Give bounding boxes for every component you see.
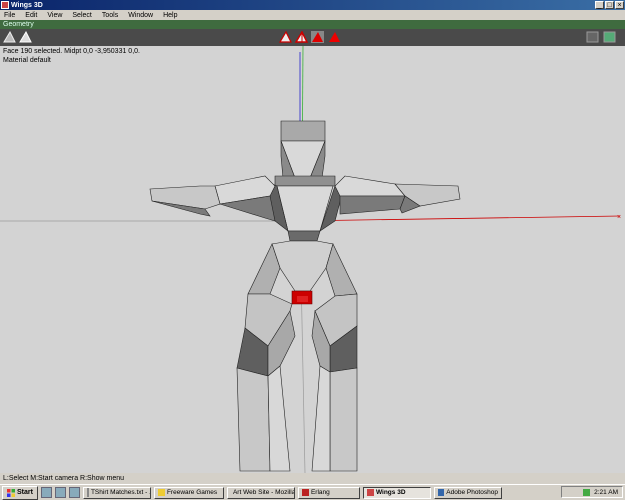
perspective-view-icon[interactable] bbox=[603, 31, 616, 43]
menu-view[interactable]: View bbox=[43, 12, 68, 19]
selection-info: Face 190 selected. Midpt 0,0 -3,950331 0… bbox=[3, 47, 140, 65]
network-icon[interactable] bbox=[583, 488, 591, 496]
geometry-window-title: Geometry bbox=[0, 20, 625, 29]
show-desktop-icon[interactable] bbox=[40, 487, 52, 498]
title-bar: Wings 3D _ □ × bbox=[0, 0, 625, 10]
task-label: Art Web Site - Mozilla bbox=[232, 488, 295, 496]
task-erlang[interactable]: Erlang bbox=[297, 486, 360, 499]
smooth-preview-icon[interactable] bbox=[3, 31, 16, 43]
window-controls: _ □ × bbox=[595, 1, 624, 9]
erlang-icon bbox=[301, 489, 309, 496]
minimize-button[interactable]: _ bbox=[595, 1, 604, 9]
clock[interactable]: 2:21 AM bbox=[594, 489, 618, 496]
status-bar: L:Select M:Start camera R:Show menu bbox=[0, 473, 625, 484]
task-wings-3d[interactable]: Wings 3D bbox=[362, 486, 431, 499]
windows-taskbar: Start TShirt Matches.txt - ... Freeware … bbox=[0, 484, 625, 500]
x-axis-label: × bbox=[617, 214, 621, 221]
wings-app-icon bbox=[1, 1, 9, 9]
body-mode-icon[interactable] bbox=[328, 31, 341, 43]
ortho-view-icon[interactable] bbox=[586, 31, 599, 43]
close-button[interactable]: × bbox=[615, 1, 624, 9]
edge-mode-icon[interactable] bbox=[295, 31, 308, 43]
task-freeware-games[interactable]: Freeware Games bbox=[153, 486, 224, 499]
x-axis-positive bbox=[294, 215, 621, 222]
menu-file[interactable]: File bbox=[0, 12, 21, 19]
window-title: Wings 3D bbox=[11, 1, 43, 9]
task-label: Wings 3D bbox=[375, 488, 406, 496]
menu-bar: File Edit View Select Tools Window Help bbox=[0, 10, 625, 20]
wireframe-toggle-icon[interactable] bbox=[19, 31, 32, 43]
task-tshirt-matches[interactable]: TShirt Matches.txt - ... bbox=[82, 486, 151, 499]
folder-icon bbox=[157, 489, 165, 496]
start-button[interactable]: Start bbox=[2, 485, 38, 500]
task-art-web-site[interactable]: Art Web Site - Mozilla bbox=[226, 486, 295, 499]
menu-help[interactable]: Help bbox=[159, 12, 183, 19]
task-label: TShirt Matches.txt - ... bbox=[90, 488, 151, 496]
start-label: Start bbox=[17, 488, 33, 496]
wings-icon bbox=[366, 489, 374, 496]
windows-logo-icon bbox=[7, 488, 15, 497]
browser-quicklaunch-icon[interactable] bbox=[54, 487, 66, 498]
toolbar bbox=[0, 29, 625, 46]
model-canvas[interactable]: × bbox=[0, 46, 625, 473]
system-tray: 2:21 AM bbox=[561, 486, 623, 498]
maximize-button[interactable]: □ bbox=[605, 1, 614, 9]
notepad-icon bbox=[86, 488, 89, 497]
task-label: Erlang bbox=[310, 488, 330, 496]
task-label: Adobe Photoshop bbox=[446, 488, 498, 496]
menu-tools[interactable]: Tools bbox=[98, 12, 124, 19]
geometry-viewport[interactable]: × Face 190 selected. Midpt 0,0 -3,950331… bbox=[0, 46, 625, 473]
selection-info-line1: Face 190 selected. Midpt 0,0 -3,950331 0… bbox=[3, 48, 140, 55]
menu-edit[interactable]: Edit bbox=[21, 12, 43, 19]
face-mode-icon[interactable] bbox=[311, 31, 324, 43]
task-label: Freeware Games bbox=[166, 488, 218, 496]
selection-info-line2: Material default bbox=[3, 57, 51, 64]
menu-select[interactable]: Select bbox=[68, 12, 97, 19]
explorer-quicklaunch-icon[interactable] bbox=[68, 487, 80, 498]
task-adobe-photoshop[interactable]: Adobe Photoshop bbox=[433, 486, 502, 499]
menu-window[interactable]: Window bbox=[124, 12, 159, 19]
vertex-mode-icon[interactable] bbox=[279, 31, 292, 43]
photoshop-icon bbox=[437, 489, 445, 496]
selected-face-highlight bbox=[297, 296, 308, 302]
